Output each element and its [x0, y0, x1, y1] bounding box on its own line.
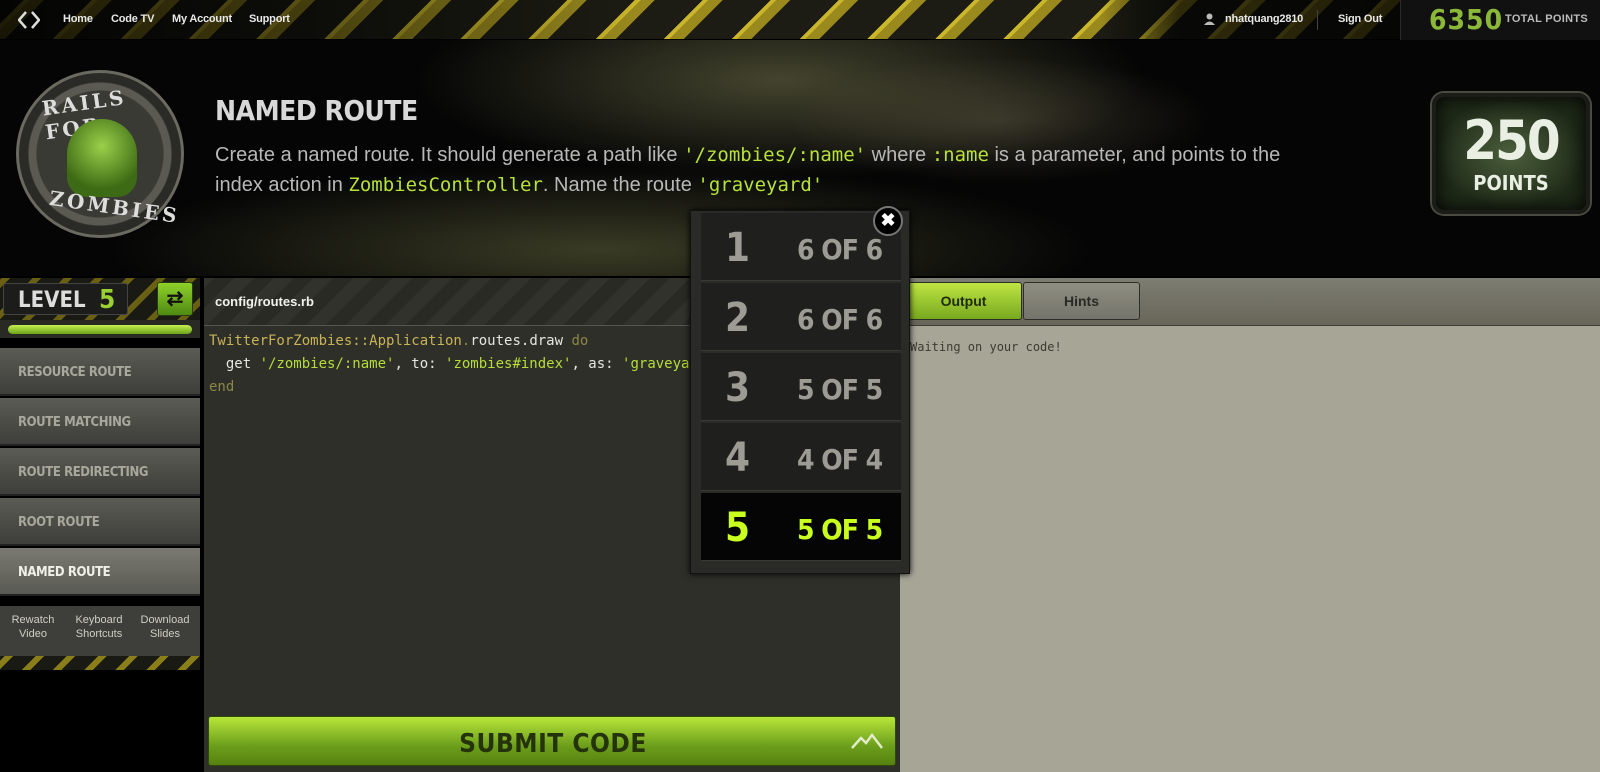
popup-level-row-active[interactable]: 5 5 OF 5: [701, 493, 901, 561]
output-text: Waiting on your code!: [910, 340, 1062, 354]
code-brackets-icon[interactable]: [18, 10, 40, 30]
level-progress-fill: [8, 325, 192, 334]
popup-level-number: 2: [725, 295, 751, 341]
sidebar-item-route-matching[interactable]: ROUTE MATCHING: [0, 398, 200, 446]
popup-level-row[interactable]: 1 6 OF 6: [701, 213, 901, 281]
description-code: :name: [931, 144, 989, 166]
user-icon: [1204, 13, 1215, 25]
code-class: TwitterForZombies::Application: [209, 333, 462, 349]
nav-divider: [1317, 10, 1318, 30]
nav-code-tv[interactable]: Code TV: [111, 13, 154, 25]
rewatch-video-link[interactable]: Rewatch Video: [0, 613, 66, 641]
top-navbar: Home Code TV My Account Support nhatquan…: [0, 0, 1600, 40]
level-progress-popup: 1 6 OF 6 2 6 OF 6 3 5 OF 5 4 4 OF 4 5 5 OF 5: [690, 210, 910, 574]
switch-arrows-icon: ⇄: [166, 288, 184, 310]
description-text: . Name the route: [542, 174, 698, 196]
challenge-description: Create a named route. It should generate…: [215, 140, 1295, 200]
file-name: config/routes.rb: [215, 294, 314, 309]
sidebar-item-label: RESOURCE ROUTE: [18, 365, 132, 380]
sign-out-link[interactable]: Sign Out: [1338, 13, 1382, 25]
level-header: LEVEL 5 ⇄: [0, 278, 200, 320]
code-as: , as:: [571, 356, 623, 372]
keyboard-shortcuts-link[interactable]: Keyboard Shortcuts: [66, 613, 132, 641]
popup-level-number: 1: [725, 225, 751, 271]
tab-hints[interactable]: Hints: [1023, 282, 1140, 320]
hazard-stripe: [0, 656, 200, 670]
level-indicator: LEVEL 5: [3, 283, 128, 315]
sidebar-links: Rewatch Video Keyboard Shortcuts Downloa…: [0, 606, 200, 656]
username-link[interactable]: nhatquang2810: [1225, 13, 1303, 25]
challenge-points-tv: 250 POINTS: [1432, 93, 1590, 214]
level-progress-bar: [0, 320, 200, 338]
code-string-path: '/zombies/:name': [259, 356, 395, 372]
code-method: routes.draw: [470, 333, 564, 349]
output-panel: Output Hints Waiting on your code!: [900, 278, 1600, 772]
popup-level-count: 6 OF 6: [797, 303, 883, 336]
sidebar-item-root-route[interactable]: ROOT ROUTE: [0, 498, 200, 546]
level-sidebar: LEVEL 5 ⇄ RESOURCE ROUTE ROUTE MATCHING …: [0, 278, 200, 772]
nav-home[interactable]: Home: [63, 13, 93, 25]
switch-level-button[interactable]: ⇄: [157, 282, 193, 316]
mountain-icon: [851, 733, 883, 749]
popup-level-count: 4 OF 4: [797, 443, 883, 476]
submit-code-label: SUBMIT CODE: [459, 729, 647, 759]
challenge-points-label: POINTS: [1473, 171, 1549, 195]
description-code: 'graveyard': [697, 174, 824, 196]
code-string-action: 'zombies#index': [445, 356, 572, 372]
total-points-label: TOTAL POINTS: [1505, 13, 1589, 25]
description-code: '/zombies/:name': [683, 144, 867, 166]
level-label: LEVEL: [18, 288, 86, 313]
code-keyword-do: do: [571, 333, 589, 349]
tab-output[interactable]: Output: [905, 282, 1022, 320]
sidebar-item-label: ROUTE MATCHING: [18, 415, 131, 430]
challenge-points-value: 250: [1463, 109, 1560, 172]
code-to: , to:: [394, 356, 446, 372]
sidebar-item-named-route[interactable]: NAMED ROUTE: [0, 548, 200, 596]
popup-level-number: 3: [725, 365, 751, 411]
zombie-head-icon: [67, 119, 137, 197]
nav-my-account[interactable]: My Account: [172, 13, 232, 25]
challenge-title: NAMED ROUTE: [215, 94, 418, 127]
popup-level-number: 4: [725, 435, 751, 481]
submit-code-button[interactable]: SUBMIT CODE: [208, 716, 896, 766]
popup-level-count: 5 OF 5: [797, 513, 883, 546]
sidebar-item-route-redirecting[interactable]: ROUTE REDIRECTING: [0, 448, 200, 496]
total-points-value: 6350: [1429, 3, 1504, 36]
close-icon[interactable]: ✖: [873, 206, 903, 236]
sidebar-item-label: NAMED ROUTE: [18, 565, 111, 580]
sidebar-item-label: ROOT ROUTE: [18, 515, 100, 530]
popup-level-row[interactable]: 3 5 OF 5: [701, 353, 901, 421]
popup-level-count: 6 OF 6: [797, 233, 883, 266]
code-text[interactable]: TwitterForZombies::Application.routes.dr…: [209, 330, 715, 399]
nav-support[interactable]: Support: [249, 13, 290, 25]
description-text: Create a named route. It should generate…: [215, 144, 684, 166]
code-get: get: [209, 356, 260, 372]
popup-level-row[interactable]: 2 6 OF 6: [701, 283, 901, 351]
code-keyword-end: end: [209, 379, 235, 395]
description-text: where: [866, 144, 932, 166]
sidebar-item-resource-route[interactable]: RESOURCE ROUTE: [0, 348, 200, 396]
popup-level-row[interactable]: 4 4 OF 4: [701, 423, 901, 491]
popup-level-count: 5 OF 5: [797, 373, 883, 406]
rails-for-zombies-logo: RAILS FOR ZOMBIES: [16, 70, 184, 238]
download-slides-link[interactable]: Download Slides: [132, 613, 198, 641]
sidebar-item-label: ROUTE REDIRECTING: [18, 465, 149, 480]
description-code: ZombiesController: [348, 174, 543, 196]
output-tabs: Output Hints: [900, 278, 1600, 326]
level-number: 5: [99, 285, 116, 315]
popup-level-number: 5: [725, 505, 751, 551]
total-points-box: 6350 TOTAL POINTS: [1400, 0, 1600, 40]
